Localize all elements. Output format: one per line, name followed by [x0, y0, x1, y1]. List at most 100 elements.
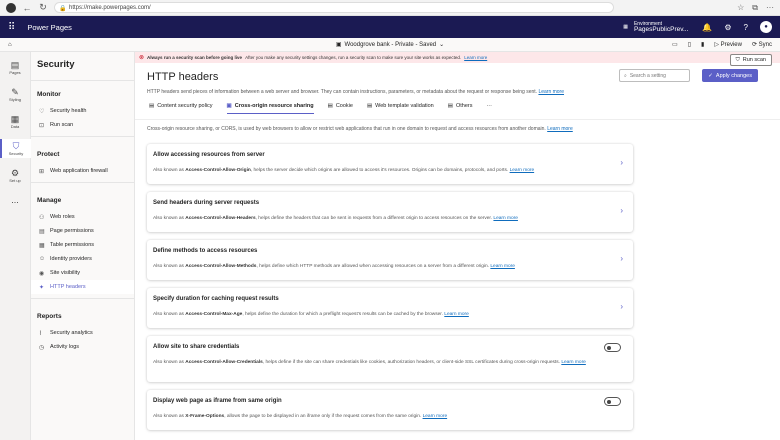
setting-card-allow-headers[interactable]: Send headers during server requests Also… — [147, 192, 633, 232]
chevron-right-icon[interactable]: › — [620, 302, 623, 311]
sidebar-item-label: Site visibility — [50, 270, 80, 276]
card-description: Also known as Access-Control-Allow-Heade… — [153, 216, 603, 223]
sidebar-item-label: HTTP headers — [50, 284, 86, 290]
gear-icon: ⚙ — [10, 168, 20, 178]
tablet-icon[interactable]: ▯ — [688, 41, 691, 48]
heart-pulse-icon: ♡ — [39, 108, 45, 115]
sidebar-item-security-health[interactable]: ♡ Security health — [31, 104, 134, 118]
sync-button[interactable]: ⟳ Sync — [752, 41, 772, 48]
refresh-icon[interactable]: ↻ — [38, 2, 48, 13]
iframe-same-origin-toggle[interactable] — [604, 397, 621, 406]
rail-label: Pages — [9, 70, 21, 75]
card-post: , helps define the headers that can be s… — [255, 216, 493, 221]
rail-more[interactable]: ... — [0, 193, 31, 207]
card-pre: Also known as — [153, 360, 186, 365]
setting-card-max-age[interactable]: Specify duration for caching request res… — [147, 288, 633, 328]
sidebar-item-web-roles[interactable]: ⚇ Web roles — [31, 210, 134, 224]
security-warning-banner: ⊗ Always run a security scan before goin… — [135, 52, 780, 63]
card-title: Send headers during server requests — [153, 200, 260, 206]
card-learn-more-link[interactable]: Learn more — [561, 360, 586, 365]
card-learn-more-link[interactable]: Learn more — [493, 216, 518, 221]
lock-icon: 🔒 — [59, 6, 67, 12]
mobile-icon[interactable]: ▮ — [701, 41, 704, 48]
apply-changes-button[interactable]: ✓ Apply changes — [702, 69, 758, 82]
divider — [31, 298, 134, 299]
site-selector[interactable]: ▣ Woodgrove bank - Private - Saved ⌄ — [336, 41, 445, 49]
setting-card-allow-origin[interactable]: Allow accessing resources from server Al… — [147, 144, 633, 184]
card-description: Also known as Access-Control-Max-Age, he… — [153, 312, 603, 319]
browser-menu-icon[interactable]: ··· — [766, 3, 774, 13]
card-post: , helps define if the site can share cre… — [262, 360, 560, 365]
template-icon: ▤ — [366, 103, 373, 109]
chevron-right-icon[interactable]: › — [620, 254, 623, 263]
settings-icon[interactable]: ⚙ — [724, 23, 731, 32]
card-description: Also known as Access-Control-Allow-Origi… — [153, 168, 603, 175]
tab-content-security-policy[interactable]: ▤ Content security policy — [149, 103, 213, 113]
back-icon[interactable]: ← — [22, 3, 32, 13]
sidebar-item-page-permissions[interactable]: ▤ Page permissions — [31, 224, 134, 238]
favorite-icon[interactable]: ☆ — [737, 3, 744, 13]
rail-security[interactable]: ⛉ Security — [0, 139, 31, 158]
sidebar-item-label: Security analytics — [50, 330, 93, 336]
scan-icon: ⊡ — [39, 122, 45, 129]
rail-label: Set up — [9, 178, 21, 183]
preview-button[interactable]: ▷ Preview — [714, 41, 742, 48]
app-bar: ⠿ Power Pages ▦ Environment PagesPublicPr… — [0, 16, 780, 38]
sidebar-item-run-scan[interactable]: ⊡ Run scan — [31, 118, 134, 132]
address-bar[interactable]: 🔒 https://make.powerpages.com/ — [54, 2, 614, 13]
cors-intro: Cross-origin resource sharing, or CORS, … — [135, 120, 780, 132]
sidebar-item-identity-providers[interactable]: ☺ Identity providers — [31, 252, 134, 266]
description-learn-more-link[interactable]: Learn more — [538, 89, 564, 95]
help-icon[interactable]: ? — [744, 23, 748, 32]
sidebar-item-site-visibility[interactable]: ◉ Site visibility — [31, 266, 134, 280]
error-icon: ⊗ — [139, 55, 145, 61]
extensions-icon[interactable]: ⧉ — [752, 3, 758, 13]
tab-web-template-validation[interactable]: ▤ Web template validation — [367, 103, 434, 113]
sidebar-item-waf[interactable]: ⊞ Web application firewall — [31, 164, 134, 178]
rail-setup[interactable]: ⚙ Set up — [0, 166, 31, 185]
main-content: ⊗ Always run a security scan before goin… — [135, 52, 780, 440]
card-learn-more-link[interactable]: Learn more — [490, 264, 515, 269]
tab-others[interactable]: ▤ Others — [448, 103, 473, 113]
rail-styling[interactable]: ✎ Styling — [0, 85, 31, 104]
setting-card-allow-methods[interactable]: Define methods to access resources Also … — [147, 240, 633, 280]
card-learn-more-link[interactable]: Learn more — [510, 168, 535, 173]
chevron-right-icon[interactable]: › — [620, 206, 623, 215]
sidebar-item-http-headers[interactable]: ✦ HTTP headers — [31, 280, 134, 294]
profile-avatar[interactable] — [6, 2, 16, 13]
tab-more[interactable]: ··· — [486, 103, 492, 113]
app-launcher-icon[interactable]: ⠿ — [8, 22, 15, 33]
sidebar-item-activity-logs[interactable]: ◷ Activity logs — [31, 340, 134, 354]
card-learn-more-link[interactable]: Learn more — [444, 312, 469, 317]
desktop-icon[interactable]: ▭ — [672, 41, 678, 48]
card-description: Also known as Access-Control-Allow-Crede… — [153, 360, 603, 367]
environment-icon: ▦ — [623, 24, 628, 30]
setting-card-allow-credentials: Allow site to share credentials Also kno… — [147, 336, 633, 382]
sidebar-item-label: Security health — [50, 108, 87, 114]
tab-cors[interactable]: ▣ Cross-origin resource sharing — [226, 103, 314, 114]
search-placeholder: Search a setting — [629, 72, 666, 79]
cookie-icon: ▤ — [327, 103, 333, 109]
card-post: , helps define which HTTP methods are al… — [256, 264, 490, 269]
sidebar-item-security-analytics[interactable]: ⌇ Security analytics — [31, 326, 134, 340]
user-avatar[interactable]: ● — [760, 21, 772, 33]
left-rail: ▤ Pages ✎ Styling ▦ Data ⛉ Security ⚙ Set up … — [0, 52, 31, 440]
section-manage: Manage — [37, 197, 62, 204]
search-input[interactable]: ⌕ Search a setting — [619, 69, 690, 82]
chevron-down-icon: ⌄ — [439, 42, 445, 48]
sidebar-item-table-permissions[interactable]: ▦ Table permissions — [31, 238, 134, 252]
rail-data[interactable]: ▦ Data — [0, 112, 31, 131]
section-monitor: Monitor — [37, 91, 61, 98]
notifications-icon[interactable]: 🔔 — [702, 23, 712, 32]
intro-learn-more-link[interactable]: Learn more — [547, 126, 573, 132]
environment-picker[interactable]: ▦ Environment PagesPublicPrev... — [623, 21, 688, 33]
chevron-right-icon[interactable]: › — [620, 158, 623, 167]
sidebar-item-label: Identity providers — [50, 256, 92, 262]
allow-credentials-toggle[interactable] — [604, 343, 621, 352]
tab-cookie[interactable]: ▤ Cookie — [328, 103, 353, 113]
sidebar-item-label: Web roles — [50, 214, 75, 220]
rail-pages[interactable]: ▤ Pages — [0, 58, 31, 77]
home-icon[interactable]: ⌂ — [8, 42, 12, 48]
card-learn-more-link[interactable]: Learn more — [423, 414, 448, 419]
warning-learn-more-link[interactable]: Learn more — [464, 55, 487, 60]
